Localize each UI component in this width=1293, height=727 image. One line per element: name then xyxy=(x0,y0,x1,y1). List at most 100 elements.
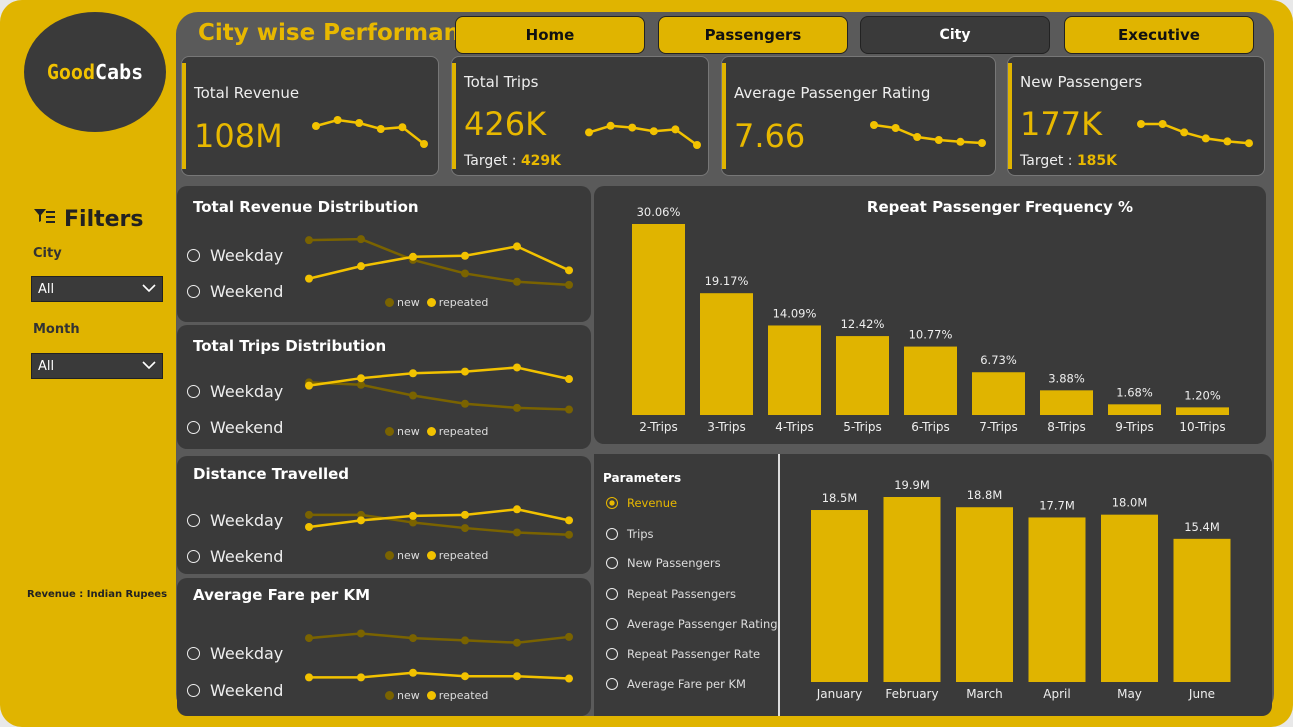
kpi-title: New Passengers xyxy=(1020,73,1143,91)
kpi-trend-point xyxy=(628,123,637,132)
series-repeated-point xyxy=(461,367,469,376)
weekend-radio[interactable]: Weekend xyxy=(187,282,283,301)
series-repeated-point xyxy=(357,516,365,525)
data-label: 1.68% xyxy=(1116,385,1153,399)
month-filter-select[interactable]: All xyxy=(31,353,163,379)
radio-label: Weekday xyxy=(210,511,284,530)
series-new-line xyxy=(308,237,570,287)
data-label: 18.8M xyxy=(967,488,1003,502)
series-new-point xyxy=(565,405,573,414)
series-new-point xyxy=(409,634,417,643)
kpi-trend-line xyxy=(588,124,698,147)
series-repeated-point xyxy=(513,505,521,514)
nav-passengers-button[interactable]: Passengers xyxy=(658,16,848,54)
kpi-target: Target : 429K xyxy=(464,153,561,169)
param-avg-rating-option[interactable]: Average Passenger Rating xyxy=(606,617,778,631)
series-repeated-point xyxy=(461,672,469,681)
category-label: 9-Trips xyxy=(1115,420,1154,434)
bar xyxy=(1176,407,1229,415)
data-label: 18.0M xyxy=(1112,496,1148,510)
bar xyxy=(883,497,941,682)
series-new-point xyxy=(461,399,469,408)
series-new-point xyxy=(513,528,521,537)
param-trips-option[interactable]: Trips xyxy=(606,527,654,541)
trips-distribution-panel: Total Trips Distribution Weekday Weekend… xyxy=(177,325,591,449)
category-label: 5-Trips xyxy=(843,420,882,434)
radio-circle-icon xyxy=(187,285,200,298)
param-revenue-option[interactable]: Revenue xyxy=(606,496,677,510)
legend-new-dot xyxy=(385,551,394,560)
repeat-frequency-bar-chart: Repeat Passenger Frequency % 30.06% 2-Trip… xyxy=(632,198,1229,434)
nav-passengers-label: Passengers xyxy=(704,26,802,44)
weekend-radio[interactable]: Weekend xyxy=(187,418,283,437)
category-label: 4-Trips xyxy=(775,420,814,434)
data-label: 6.73% xyxy=(980,353,1017,367)
series-new-point xyxy=(461,269,469,278)
series-repeated-point xyxy=(513,242,521,251)
kpi-sparkline xyxy=(585,121,701,149)
nav-home-button[interactable]: Home xyxy=(455,16,645,54)
distance-travelled-panel: Distance Travelled Weekday Weekend new re… xyxy=(177,456,591,574)
data-label: 30.06% xyxy=(637,205,681,219)
panel-title: Total Revenue Distribution xyxy=(193,198,419,216)
bar xyxy=(1040,390,1093,415)
category-label: January xyxy=(816,687,863,701)
series-repeated-point xyxy=(461,510,469,519)
category-label: March xyxy=(966,687,1003,701)
nav-city-button[interactable]: City xyxy=(860,16,1050,54)
legend-new-dot xyxy=(385,691,394,700)
distribution-line-chart xyxy=(305,629,573,683)
series-repeated-point xyxy=(305,274,313,283)
kpi-trend-point xyxy=(355,119,364,127)
weekday-radio[interactable]: Weekday xyxy=(187,644,283,663)
legend-repeated-label: repeated xyxy=(438,296,489,309)
weekend-radio[interactable]: Weekend xyxy=(187,547,283,566)
radio-circle-icon xyxy=(187,385,200,398)
kpi-total-revenue: Total Revenue 108M xyxy=(181,56,439,176)
param-repeat-rate-option[interactable]: Repeat Passenger Rate xyxy=(606,647,760,661)
kpi-trend-line xyxy=(315,118,425,145)
data-label: 14.09% xyxy=(773,306,817,320)
series-repeated-line xyxy=(309,671,570,680)
nav-city-label: City xyxy=(939,27,971,43)
param-label: Revenue xyxy=(627,496,678,510)
weekday-radio[interactable]: Weekday xyxy=(187,511,283,530)
series-new-line xyxy=(308,381,570,411)
kpi-trend-point xyxy=(376,125,385,133)
series-repeated-point xyxy=(565,266,573,275)
city-filter-select[interactable]: All xyxy=(31,276,163,302)
kpi-trend-point xyxy=(913,133,922,141)
kpi-trend-point xyxy=(1180,128,1189,137)
repeat-passenger-frequency-panel: Repeat Passenger Frequency % 30.06% 2-Trip… xyxy=(594,186,1266,444)
nav-executive-button[interactable]: Executive xyxy=(1064,16,1254,54)
kpi-target-value: 185K xyxy=(1076,153,1118,169)
param-avg-fare-option[interactable]: Average Fare per KM xyxy=(606,677,746,691)
kpi-trend-point xyxy=(420,140,428,148)
kpi-new-passengers: New Passengers 177K Target : 185K xyxy=(1007,56,1265,176)
kpi-title: Total Trips xyxy=(464,73,539,91)
series-new-point xyxy=(513,403,521,412)
series-new-point xyxy=(565,280,573,289)
kpi-title: Average Passenger Rating xyxy=(734,84,931,102)
data-label: 18.5M xyxy=(822,491,858,505)
radio-circle-icon xyxy=(606,528,618,540)
month-filter-value: All xyxy=(38,358,55,374)
category-label: 10-Trips xyxy=(1179,420,1225,434)
legend-new-dot xyxy=(385,298,394,307)
series-repeated-point xyxy=(461,251,469,260)
radio-circle-icon xyxy=(187,550,200,563)
weekend-radio[interactable]: Weekend xyxy=(187,681,283,700)
param-repeat-passengers-option[interactable]: Repeat Passengers xyxy=(606,587,736,601)
series-repeated-point xyxy=(357,374,365,383)
data-label: 19.9M xyxy=(894,478,930,492)
radio-circle-icon xyxy=(606,588,618,600)
bar xyxy=(1028,517,1086,682)
kpi-trend-line xyxy=(873,123,983,145)
series-new-point xyxy=(513,638,521,647)
param-new-passengers-option[interactable]: New Passengers xyxy=(606,556,721,570)
weekday-radio[interactable]: Weekday xyxy=(187,382,283,401)
series-new-point xyxy=(357,629,365,638)
legend-repeated-label: repeated xyxy=(438,549,489,562)
weekday-radio[interactable]: Weekday xyxy=(187,246,283,265)
data-label: 19.17% xyxy=(705,274,749,288)
